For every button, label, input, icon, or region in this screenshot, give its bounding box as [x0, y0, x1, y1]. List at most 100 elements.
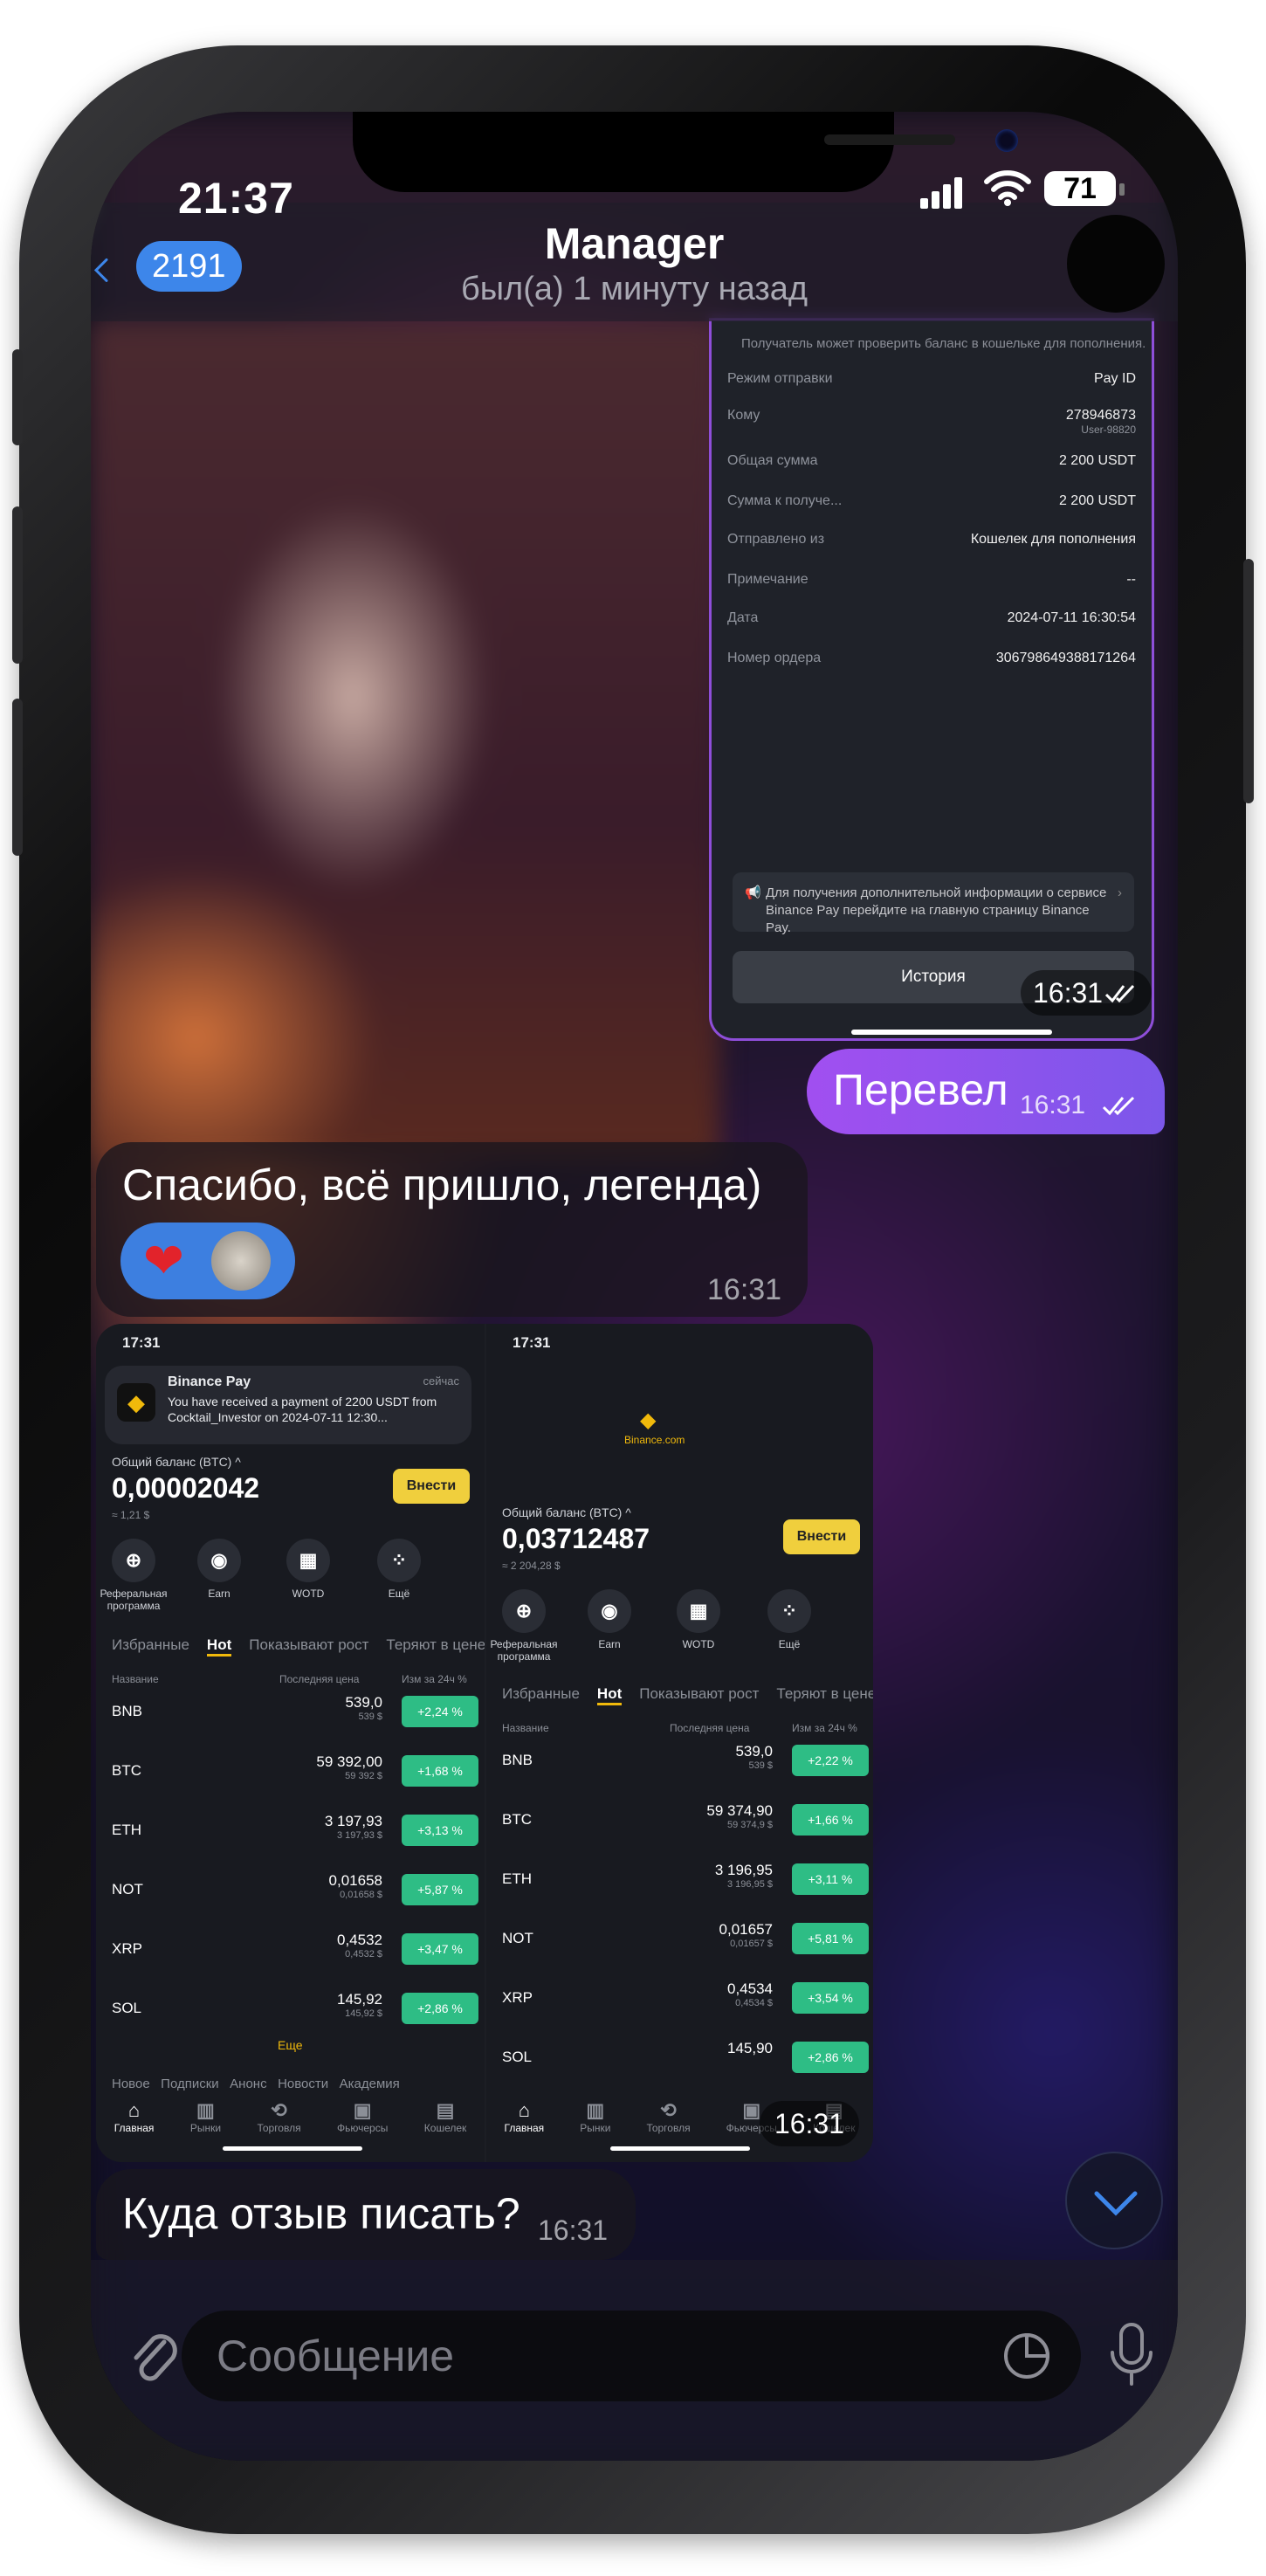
detail-value: --: [1126, 572, 1136, 587]
signal-icon: [920, 177, 962, 209]
message-time: 16:31: [1020, 1091, 1086, 1119]
market-tabs: Избранные Hot Показывают рост Теряют в цене: [502, 1685, 873, 1705]
coin-row: BNB 539,0 539 $ +2,24 %: [112, 1691, 478, 1743]
notification-banner: ◆ Binance Pay сейчас You have received a…: [105, 1366, 471, 1444]
incoming-message[interactable]: Куда отзыв писать? 16:31: [96, 2169, 636, 2260]
market-tabs: Избранные Hot Показывают рост Теряют в цене: [112, 1636, 485, 1656]
nav-item: ⌂ Главная: [114, 2099, 155, 2134]
coin-row: XRP 0,4534 0,4534 $ +3,54 %: [502, 1977, 869, 2029]
mute-switch: [12, 349, 23, 445]
coin-row: NOT 0,01657 0,01657 $ +5,81 %: [502, 1918, 869, 1970]
payment-detail-row: Номер ордера 306798649388171264: [727, 651, 1136, 666]
paperclip-icon: [134, 2334, 177, 2381]
detail-label: Общая сумма: [727, 453, 818, 468]
reaction-chip[interactable]: ❤: [120, 1223, 295, 1299]
message-time: 16:31: [538, 2214, 609, 2246]
detail-value: Кошелек для пополнения: [970, 532, 1136, 547]
binance-pay-info-text: Для получения дополнительной информации …: [766, 885, 1107, 935]
coin-row: BTC 59 374,90 59 374,9 $ +1,66 %: [502, 1799, 869, 1851]
nav-item: ⟲ Торговля: [257, 2099, 301, 2134]
status-time: 21:37: [178, 174, 294, 223]
binance-logo-icon: ◆: [640, 1409, 657, 1432]
double-check-icon: [1102, 1096, 1135, 1116]
piggy-bank-icon: ◉: [588, 1589, 631, 1633]
home-indicator: [851, 1030, 1052, 1035]
message-text: Перевел: [833, 1065, 1008, 1114]
piggy-bank-icon: ◉: [197, 1539, 241, 1582]
news-tabs: Новое Подписки Анонс Новости Академия: [112, 2077, 400, 2091]
quick-action: ⊕ Реферальная программа: [486, 1589, 563, 1663]
blurred-photo[interactable]: [91, 321, 719, 1160]
quick-action: ⊕ Реферальная программа: [96, 1539, 173, 1612]
notif-title: Binance Pay: [168, 1374, 251, 1389]
chat-title[interactable]: Manager: [91, 218, 1178, 269]
col-name: Название: [112, 1673, 159, 1685]
referral-icon: ⊕: [112, 1539, 155, 1582]
quick-action: ◉ Earn: [180, 1539, 258, 1600]
scroll-down-button[interactable]: [1065, 2152, 1163, 2249]
payment-screenshot-message[interactable]: Получатель может проверить баланс в коше…: [709, 318, 1154, 1041]
chat-screen: Получатель может проверить баланс в коше…: [91, 112, 1178, 2461]
more-icon: ⁘: [767, 1589, 811, 1633]
col-name: Название: [502, 1722, 549, 1734]
attach-button[interactable]: [129, 2328, 182, 2393]
message-text: Спасибо, всё пришло, легенда): [122, 1161, 762, 1209]
detail-label: Номер ордера: [727, 651, 822, 665]
col-change: Изм за 24ч %: [402, 1673, 467, 1685]
status-time: 17:31: [122, 1334, 161, 1351]
bottom-nav: ⌂Главная ▥Рынки ⟲Торговля ▣Фьючерсы ▤Кошелек: [96, 2092, 485, 2134]
message-field[interactable]: [182, 2311, 1081, 2401]
payment-detail-row: Примечание --: [727, 572, 1136, 588]
outgoing-message[interactable]: Перевел 16:31: [807, 1049, 1165, 1134]
front-camera: [995, 129, 1018, 152]
balance-value: 0,03712487: [502, 1523, 650, 1554]
detail-value: 2 200 USDT: [1058, 493, 1136, 508]
microphone-button[interactable]: [1105, 2321, 1158, 2395]
quick-action: ◉ Earn: [570, 1589, 649, 1650]
quick-action: ⁘ Ещё: [750, 1589, 829, 1650]
balance-value: 0,00002042: [112, 1472, 260, 1504]
more-icon: ⁘: [377, 1539, 421, 1582]
binance-pay-info[interactable]: 📢 Для получения дополнительной информаци…: [733, 872, 1134, 935]
col-change: Изм за 24ч %: [792, 1722, 857, 1734]
screenshot-time: 16:31: [1033, 977, 1104, 1009]
grid-icon: ▦: [677, 1589, 720, 1633]
battery-icon: 71: [1044, 171, 1116, 206]
detail-label: Примечание: [727, 572, 808, 587]
home-indicator: [223, 2146, 362, 2151]
speaker: [824, 134, 955, 145]
binance-logo-icon: ◆: [117, 1383, 155, 1422]
detail-label: Сумма к получе...: [727, 493, 843, 508]
payment-detail-row: Кому 278946873 User-98820: [727, 408, 1136, 436]
detail-value: 278946873 User-98820: [1065, 408, 1136, 436]
incoming-message[interactable]: Спасибо, всё пришло, легенда) ❤ 16:31: [96, 1142, 808, 1317]
message-text: Куда отзыв писать?: [122, 2189, 520, 2238]
screenshot-time-badge: 16:31: [1021, 970, 1152, 1016]
screenshot-album[interactable]: 17:31 ◆ Binance Pay сейчас You have rece…: [96, 1324, 873, 2162]
coin-row: BTC 59 392,00 59 392 $ +1,68 %: [112, 1750, 478, 1802]
deposit-button: Внести: [393, 1469, 470, 1504]
microphone-icon: [1111, 2323, 1152, 2386]
nav-item: ⟲ Торговля: [646, 2099, 691, 2134]
quick-action: ▦ WOTD: [269, 1539, 347, 1600]
sticker-icon[interactable]: [1001, 2330, 1053, 2382]
quick-action: ▦ WOTD: [659, 1589, 738, 1650]
message-input[interactable]: [217, 2331, 967, 2380]
contact-avatar[interactable]: [1067, 215, 1165, 313]
megaphone-icon: 📢: [745, 885, 761, 900]
message-time: 16:31: [707, 1273, 782, 1306]
col-price: Последняя цена: [670, 1722, 750, 1734]
home-indicator: [610, 2146, 750, 2151]
album-photo-right[interactable]: 17:31 ◆ Binance.com Общий баланс (BTC) ^…: [486, 1324, 873, 2162]
quick-action: ⁘ Ещё: [360, 1539, 438, 1600]
detail-value: 2024-07-11 16:30:54: [1007, 610, 1136, 625]
coin-row: SOL 145,92 145,92 $ +2,86 %: [112, 1987, 478, 2040]
payment-detail-row: Сумма к получе... 2 200 USDT: [727, 493, 1136, 509]
coin-row: XRP 0,4532 0,4532 $ +3,47 %: [112, 1928, 478, 1980]
album-photo-left[interactable]: 17:31 ◆ Binance Pay сейчас You have rece…: [96, 1324, 485, 2162]
detail-value: Pay ID: [1093, 371, 1136, 386]
nav-item: ▤Кошелек: [423, 2099, 467, 2134]
chevron-down-icon: [1094, 2191, 1138, 2216]
nav-item: ▣ Фьючерсы: [337, 2099, 389, 2134]
balance-usd: ≈ 2 204,28 $: [502, 1560, 561, 1572]
